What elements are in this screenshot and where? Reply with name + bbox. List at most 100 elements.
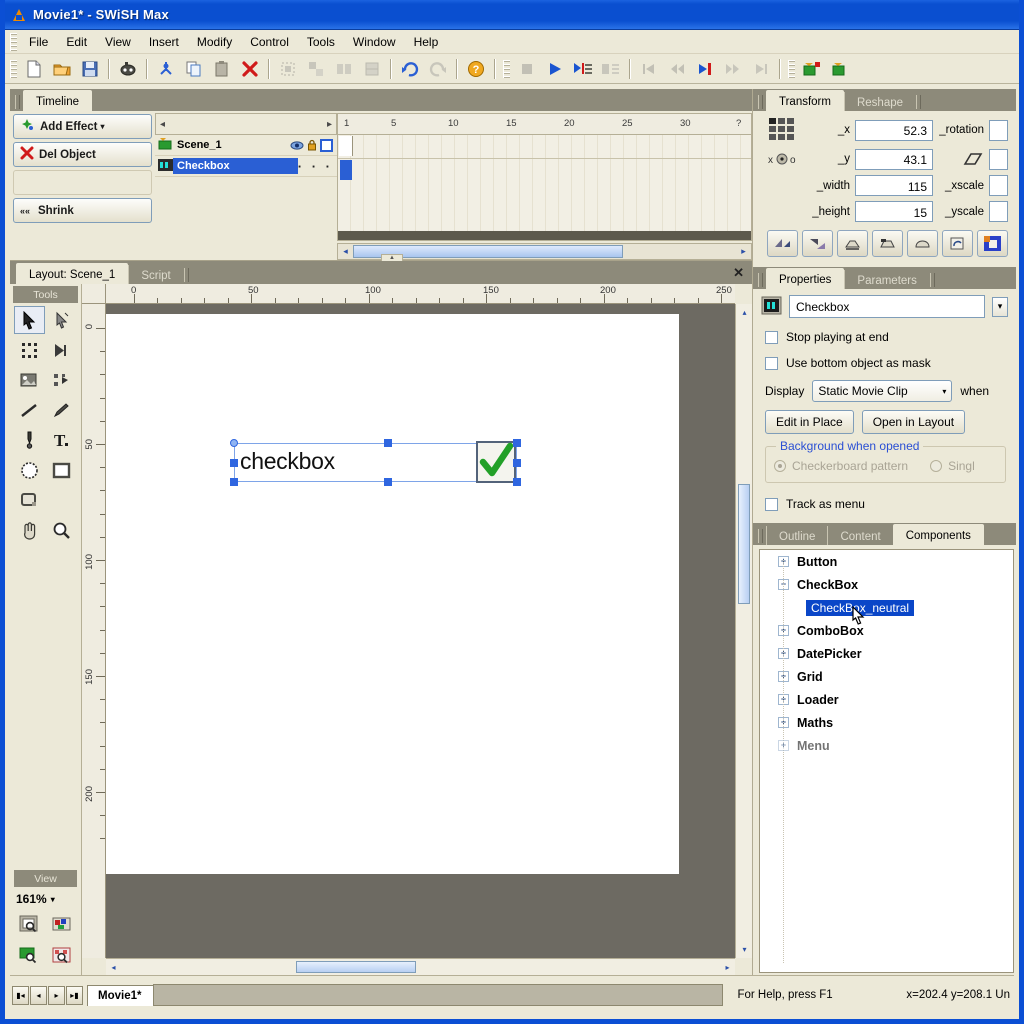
- insert-scene-icon[interactable]: [799, 57, 825, 81]
- tree-node-combobox[interactable]: + ComboBox: [760, 619, 1013, 642]
- field-skew[interactable]: [989, 148, 1008, 170]
- motion-path-icon[interactable]: [47, 336, 78, 364]
- field-y[interactable]: 43.1: [855, 148, 933, 170]
- menu-file[interactable]: File: [20, 32, 57, 52]
- selection-handle-tl[interactable]: [230, 439, 238, 447]
- paste-icon[interactable]: [209, 57, 235, 81]
- autoshape-icon[interactable]: [14, 486, 45, 514]
- selection-handle-mr[interactable]: [513, 459, 521, 467]
- preview-movie-icon[interactable]: [115, 57, 141, 81]
- menu-tools[interactable]: Tools: [298, 32, 344, 52]
- menu-control[interactable]: Control: [241, 32, 298, 52]
- rectangle-icon[interactable]: [47, 456, 78, 484]
- menu-grip[interactable]: [10, 32, 17, 51]
- zoom-page-icon[interactable]: [14, 910, 44, 938]
- timeline-frame-ruler[interactable]: 1 5 10 15 20 25 30 ?: [337, 113, 752, 135]
- flip-horizontal-icon[interactable]: [767, 230, 798, 257]
- timeline-frame-grid[interactable]: [337, 135, 752, 241]
- canvas-hscrollbar[interactable]: ◂ ▸: [106, 958, 735, 975]
- fast-forward-icon[interactable]: [720, 57, 746, 81]
- save-disk-icon[interactable]: [77, 57, 103, 81]
- menu-view[interactable]: View: [96, 32, 140, 52]
- tree-node-menu[interactable]: + Menu: [760, 734, 1013, 757]
- timeline-nav-right-icon[interactable]: ▸: [327, 119, 332, 130]
- line-icon[interactable]: [14, 396, 45, 424]
- fill-transform-icon[interactable]: [14, 366, 45, 394]
- components-tree[interactable]: + Button − CheckBox CheckBox_neutral: [759, 549, 1014, 973]
- selection-handle-ml[interactable]: [230, 459, 238, 467]
- tab-properties[interactable]: Properties: [766, 268, 845, 289]
- tab-content[interactable]: Content: [827, 526, 892, 545]
- tree-node-loader[interactable]: + Loader: [760, 688, 1013, 711]
- undo-icon[interactable]: [397, 57, 423, 81]
- tab-layout-scene1[interactable]: Layout: Scene_1: [16, 263, 129, 284]
- selection-handle-bc[interactable]: [384, 478, 392, 486]
- tab-parameters[interactable]: Parameters: [844, 270, 928, 289]
- timeline-collapse-handle[interactable]: ▲: [381, 254, 403, 261]
- transform-panel-grip[interactable]: [758, 95, 763, 109]
- text-tool-icon[interactable]: T: [47, 426, 78, 454]
- stage-canvas[interactable]: checkbox: [106, 304, 735, 958]
- tree-node-datepicker[interactable]: + DatePicker: [760, 642, 1013, 665]
- checkerboard-pattern-radio-row[interactable]: Checkerboard pattern: [774, 459, 908, 473]
- selection-handle-bl[interactable]: [230, 478, 238, 486]
- canvas-scroll-right-icon[interactable]: ▸: [720, 960, 735, 975]
- object-name-input[interactable]: Checkbox: [789, 295, 985, 318]
- timeline-row-scene[interactable]: Scene_1: [155, 135, 337, 156]
- del-object-button[interactable]: Del Object: [13, 142, 152, 167]
- tab-reshape[interactable]: Reshape: [843, 92, 915, 111]
- zoom-selection-icon[interactable]: [47, 910, 77, 938]
- single-color-radio[interactable]: [930, 460, 943, 472]
- menu-help[interactable]: Help: [405, 32, 448, 52]
- redo-icon[interactable]: [425, 57, 451, 81]
- zoom-scene-icon[interactable]: [14, 941, 44, 969]
- field-x[interactable]: 52.3: [855, 119, 933, 141]
- tab-transform[interactable]: Transform: [766, 90, 844, 111]
- subselect-arrow-icon[interactable]: [47, 306, 78, 334]
- timeline-row-checkbox[interactable]: Checkbox · · ·: [155, 156, 337, 177]
- align-center-icon[interactable]: [872, 230, 903, 257]
- align-right-icon[interactable]: [907, 230, 938, 257]
- expander-icon[interactable]: +: [778, 740, 789, 751]
- open-folder-icon[interactable]: [49, 57, 75, 81]
- movie-stage[interactable]: checkbox: [106, 314, 679, 874]
- zoom-all-icon[interactable]: [47, 941, 77, 969]
- tree-node-checkbox-neutral[interactable]: CheckBox_neutral: [760, 596, 1013, 625]
- group-icon[interactable]: [275, 57, 301, 81]
- rewind-icon[interactable]: [664, 57, 690, 81]
- selection-handle-tr[interactable]: [513, 439, 521, 447]
- hand-tool-icon[interactable]: [14, 516, 45, 544]
- menu-modify[interactable]: Modify: [188, 32, 241, 52]
- stop-playing-checkbox[interactable]: [765, 330, 778, 344]
- selection-handle-tc[interactable]: [384, 439, 392, 447]
- stop-effect-icon[interactable]: [598, 57, 624, 81]
- use-bottom-object-as-mask-row[interactable]: Use bottom object as mask: [761, 350, 1008, 376]
- tree-node-grid[interactable]: + Grid: [760, 665, 1013, 688]
- ellipse-icon[interactable]: [14, 456, 45, 484]
- tree-node-maths[interactable]: + Maths: [760, 711, 1013, 734]
- field-width[interactable]: 115: [855, 175, 933, 196]
- open-in-layout-button[interactable]: Open in Layout: [861, 410, 966, 434]
- new-file-icon[interactable]: [21, 57, 47, 81]
- single-color-radio-row[interactable]: Singl: [930, 459, 975, 473]
- object-name-dropdown-icon[interactable]: ▾: [992, 296, 1008, 317]
- anchor-grid-icon[interactable]: [761, 117, 805, 143]
- field-yscale[interactable]: [989, 201, 1008, 222]
- copy-icon[interactable]: [181, 57, 207, 81]
- timeline-scroll-left-icon[interactable]: ◂: [338, 244, 353, 259]
- playback-grip[interactable]: [503, 59, 510, 78]
- canvas-scroll-up-icon[interactable]: ▴: [737, 305, 752, 320]
- field-rotation[interactable]: [989, 119, 1008, 141]
- use-mask-checkbox[interactable]: [765, 356, 778, 370]
- insert-grip[interactable]: [788, 59, 795, 78]
- delete-icon[interactable]: [237, 57, 263, 81]
- tab-timeline[interactable]: Timeline: [23, 90, 93, 111]
- reshape-points-icon[interactable]: [14, 336, 45, 364]
- tree-node-checkbox[interactable]: − CheckBox: [760, 573, 1013, 596]
- play-effect-icon[interactable]: [570, 57, 596, 81]
- properties-panel-grip[interactable]: [758, 273, 763, 287]
- canvas-scroll-left-icon[interactable]: ◂: [106, 960, 121, 975]
- free-transform-icon[interactable]: [47, 366, 78, 394]
- keyframe-scene[interactable]: [339, 136, 353, 156]
- canvas-vscrollbar[interactable]: ▴ ▾: [735, 304, 752, 958]
